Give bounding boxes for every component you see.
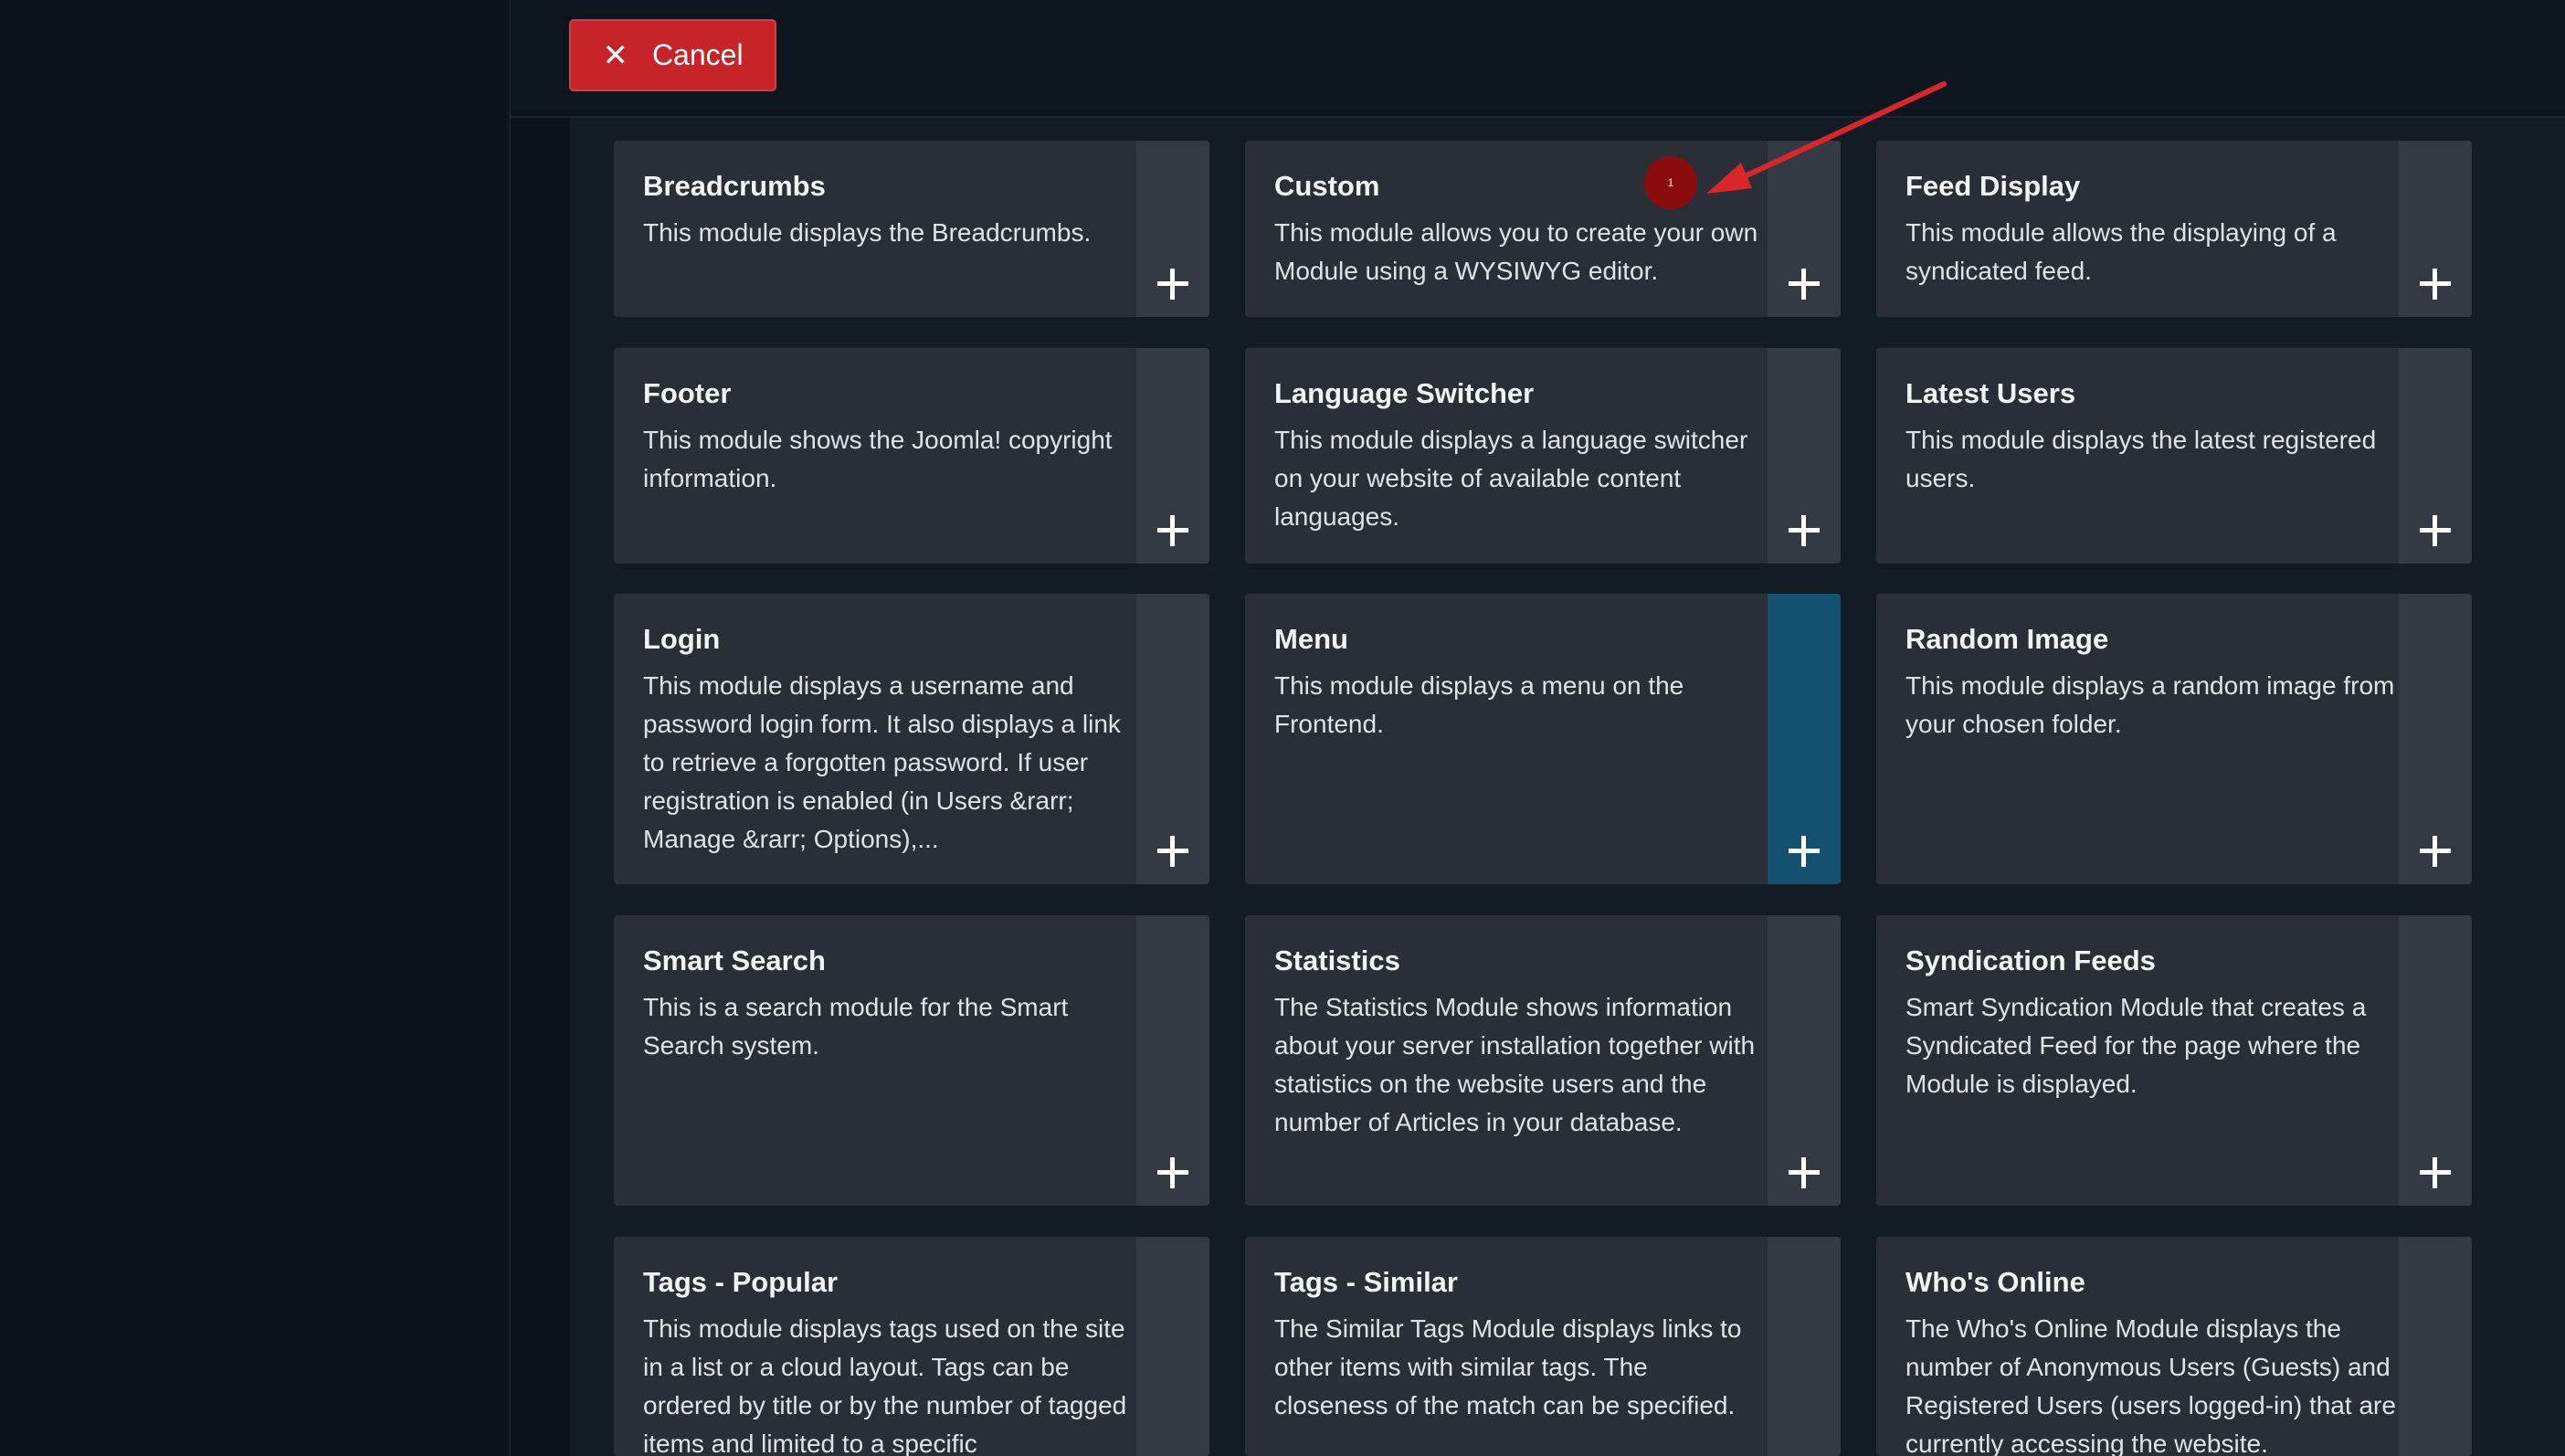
toolbar: ✕ Cancel [511, 0, 2565, 118]
plus-icon [2417, 1155, 2454, 1191]
module-card-tags-similar[interactable]: Tags - Similar The Similar Tags Module d… [1245, 1237, 1841, 1456]
module-description: This module displays the latest register… [1905, 426, 2377, 493]
module-description: Smart Syndication Module that creates a … [1905, 993, 2367, 1099]
module-description: This module displays a menu on the Front… [1274, 671, 1684, 739]
module-title: Syndication Feeds [1905, 944, 2156, 976]
step-marker: 1 [1644, 156, 1697, 209]
module-title: Who's Online [1905, 1266, 2085, 1298]
module-description: This module allows you to create your ow… [1274, 218, 1758, 286]
add-module-button[interactable] [2399, 594, 2472, 884]
module-description: The Statistics Module shows information … [1274, 993, 1756, 1137]
cancel-button[interactable]: ✕ Cancel [569, 19, 776, 91]
module-title: Tags - Popular [643, 1266, 839, 1298]
module-description: This module displays a language switcher… [1274, 426, 1748, 532]
add-module-button[interactable] [1768, 1237, 1841, 1456]
add-module-button[interactable] [1768, 141, 1841, 317]
module-grid: Breadcrumbs This module displays the Bre… [570, 118, 2565, 1456]
module-description: This module displays tags used on the si… [643, 1314, 1127, 1456]
module-card-latest-users[interactable]: Latest Users This module displays the la… [1876, 348, 2472, 564]
module-title: Feed Display [1905, 170, 2081, 202]
module-title: Tags - Similar [1274, 1266, 1458, 1298]
add-module-button[interactable] [1768, 348, 1841, 564]
module-card-menu[interactable]: Menu This module displays a menu on the … [1245, 594, 1841, 884]
cancel-button-label: Cancel [651, 38, 744, 71]
module-title: Latest Users [1905, 377, 2076, 409]
module-card-login[interactable]: Login This module displays a username an… [614, 594, 1209, 884]
module-title: Random Image [1905, 623, 2109, 655]
module-description: This module allows the displaying of a s… [1905, 218, 2337, 286]
module-card-breadcrumbs[interactable]: Breadcrumbs This module displays the Bre… [614, 141, 1209, 317]
plus-icon [1786, 512, 1822, 549]
module-card-statistics[interactable]: Statistics The Statistics Module shows i… [1245, 915, 1841, 1206]
module-description: This module shows the Joomla! copyright … [643, 426, 1113, 493]
module-card-language-switcher[interactable]: Language Switcher This module displays a… [1245, 348, 1841, 564]
plus-icon [1155, 266, 1191, 302]
module-title: Login [643, 623, 721, 655]
plus-icon [2417, 833, 2454, 870]
add-module-button[interactable] [1136, 915, 1209, 1206]
module-title: Language Switcher [1274, 377, 1535, 409]
plus-icon [1786, 833, 1822, 870]
plus-icon [2417, 512, 2454, 549]
module-description: The Who's Online Module displays the num… [1905, 1314, 2396, 1456]
add-module-button[interactable] [2399, 1237, 2472, 1456]
module-title: Statistics [1274, 944, 1400, 976]
plus-icon [1155, 833, 1191, 870]
module-title: Smart Search [643, 944, 826, 976]
module-card-tags-popular[interactable]: Tags - Popular This module displays tags… [614, 1237, 1209, 1456]
add-module-button[interactable] [1136, 1237, 1209, 1456]
module-card-custom[interactable]: Custom This module allows you to create … [1245, 141, 1841, 317]
plus-icon [2417, 266, 2454, 302]
module-card-whos-online[interactable]: Who's Online The Who's Online Module dis… [1876, 1237, 2472, 1456]
add-module-button[interactable] [1136, 348, 1209, 564]
module-description: This module displays a username and pass… [643, 671, 1121, 854]
module-title: Breadcrumbs [643, 170, 826, 202]
module-card-syndication-feeds[interactable]: Syndication Feeds Smart Syndication Modu… [1876, 915, 2472, 1206]
module-card-random-image[interactable]: Random Image This module displays a rand… [1876, 594, 2472, 884]
add-module-button[interactable] [2399, 915, 2472, 1206]
add-module-button[interactable] [1768, 915, 1841, 1206]
module-card-smart-search[interactable]: Smart Search This is a search module for… [614, 915, 1209, 1206]
add-module-button[interactable] [1768, 594, 1841, 884]
module-description: This module displays the Breadcrumbs. [643, 218, 1092, 248]
module-title: Menu [1274, 623, 1348, 655]
add-module-button[interactable] [2399, 141, 2472, 317]
module-card-footer[interactable]: Footer This module shows the Joomla! cop… [614, 348, 1209, 564]
module-description: The Similar Tags Module displays links t… [1274, 1314, 1742, 1420]
add-module-button[interactable] [2399, 348, 2472, 564]
plus-icon [1786, 1155, 1822, 1191]
sidebar [0, 0, 509, 1456]
add-module-button[interactable] [1136, 141, 1209, 317]
module-selection-area: Breadcrumbs This module displays the Bre… [511, 118, 2565, 1456]
plus-icon [1155, 512, 1191, 549]
module-title: Footer [643, 377, 732, 409]
module-description: This module displays a random image from… [1905, 671, 2395, 739]
close-icon: ✕ [602, 37, 628, 74]
plus-icon [1155, 1155, 1191, 1191]
module-card-feed-display[interactable]: Feed Display This module allows the disp… [1876, 141, 2472, 317]
plus-icon [1786, 266, 1822, 302]
add-module-button[interactable] [1136, 594, 1209, 884]
module-description: This is a search module for the Smart Se… [643, 993, 1069, 1060]
